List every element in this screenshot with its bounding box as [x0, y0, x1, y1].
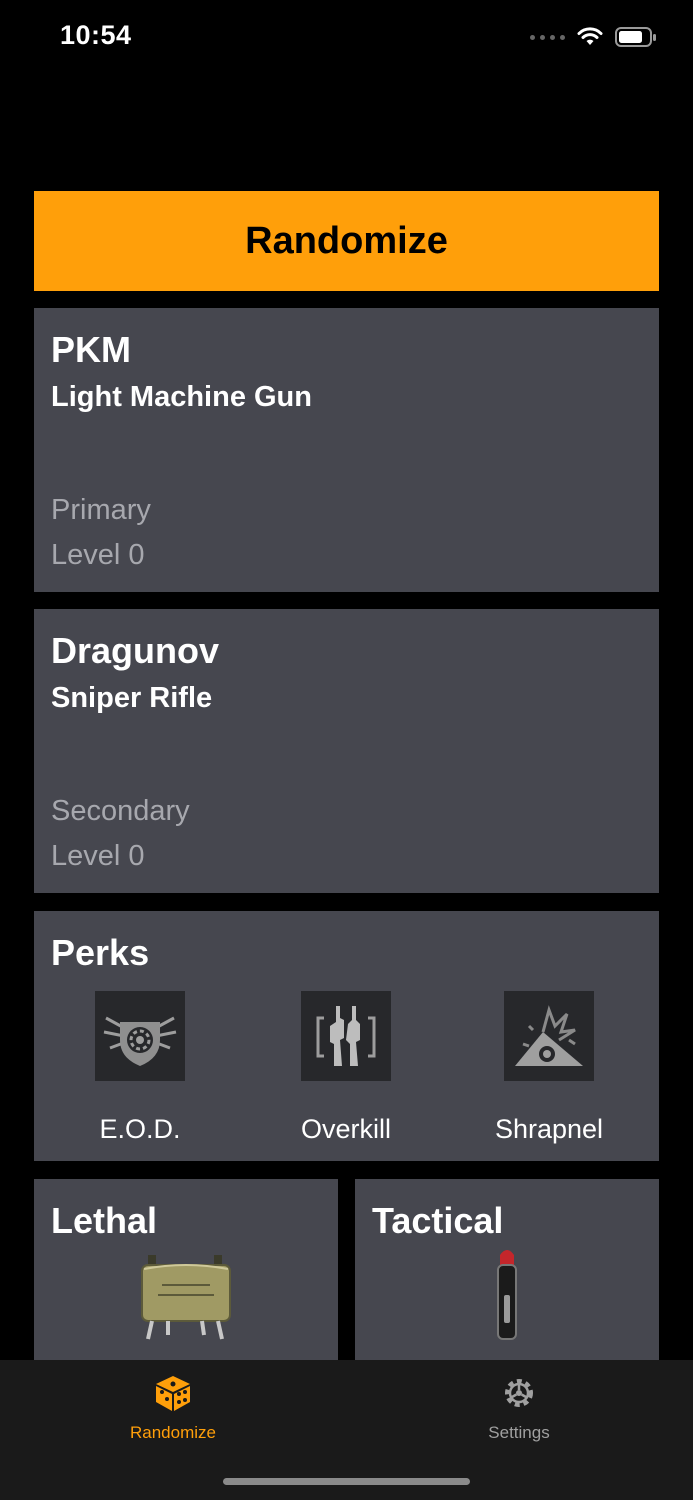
lethal-card[interactable]: Lethal	[34, 1179, 338, 1379]
wifi-icon	[577, 27, 603, 45]
secondary-weapon-slot: Secondary	[51, 795, 190, 827]
lethal-title: Lethal	[51, 1200, 158, 1241]
tactical-title: Tactical	[372, 1200, 504, 1241]
perks-card[interactable]: Perks E.O.D. Overkill Shrapnel	[34, 911, 659, 1161]
tab-settings[interactable]: Settings	[419, 1374, 619, 1443]
claymore-icon	[141, 1255, 231, 1340]
tab-randomize[interactable]: Randomize	[73, 1374, 273, 1443]
perk-eod[interactable]: E.O.D.	[40, 991, 240, 1145]
perk-overkill[interactable]: Overkill	[246, 991, 446, 1145]
gear-icon	[505, 1379, 533, 1407]
primary-weapon-level: Level 0	[51, 539, 145, 571]
eod-perk-icon	[95, 991, 185, 1081]
cellular-signal-icon	[530, 34, 565, 40]
secondary-weapon-name: Dragunov	[51, 630, 220, 671]
home-indicator	[223, 1478, 470, 1485]
perk-overkill-label: Overkill	[300, 1114, 391, 1144]
tactical-card[interactable]: Tactical	[355, 1179, 659, 1379]
overkill-perk-icon	[301, 991, 391, 1081]
secondary-weapon-level: Level 0	[51, 840, 145, 872]
battery-icon	[615, 27, 656, 47]
shrapnel-perk-icon	[504, 991, 594, 1081]
primary-weapon-slot: Primary	[51, 494, 151, 526]
perk-eod-label: E.O.D.	[99, 1114, 181, 1144]
status-bar: 10:54	[0, 0, 693, 80]
primary-weapon-type: Light Machine Gun	[51, 381, 312, 413]
randomize-button[interactable]: Randomize	[34, 191, 659, 291]
perk-shrapnel-label: Shrapnel	[494, 1114, 604, 1144]
flare-icon	[497, 1250, 517, 1340]
secondary-weapon-type: Sniper Rifle	[51, 682, 213, 714]
dice-icon	[156, 1376, 190, 1411]
status-time: 10:54	[60, 20, 132, 50]
perk-shrapnel[interactable]: Shrapnel	[449, 991, 649, 1145]
secondary-weapon-card[interactable]: Dragunov Sniper Rifle Secondary Level 0	[34, 609, 659, 893]
tab-randomize-label: Randomize	[130, 1423, 216, 1442]
tab-settings-label: Settings	[488, 1423, 550, 1442]
perks-title: Perks	[51, 932, 150, 973]
primary-weapon-card[interactable]: PKM Light Machine Gun Primary Level 0	[34, 308, 659, 592]
status-icons	[530, 26, 657, 48]
primary-weapon-name: PKM	[51, 329, 131, 370]
